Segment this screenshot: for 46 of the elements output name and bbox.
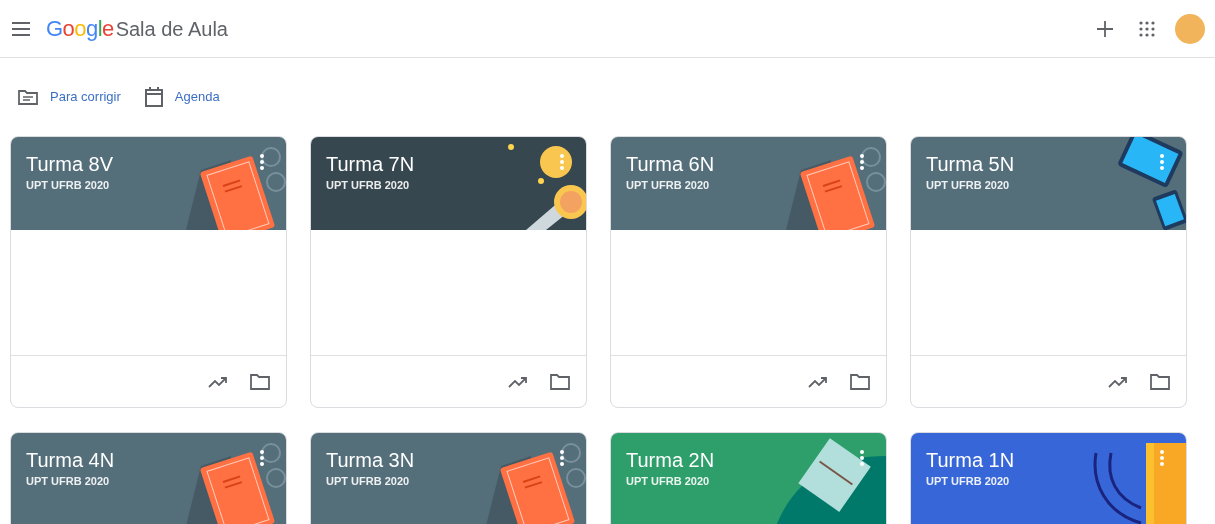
class-title[interactable]: Turma 1N: [926, 449, 1171, 471]
app-title: Sala de Aula: [115, 16, 228, 42]
more-options-icon[interactable]: [260, 154, 264, 170]
class-card[interactable]: Turma 7N UPT UFRB 2020: [310, 136, 587, 408]
class-card[interactable]: Turma 2N UPT UFRB 2020: [610, 432, 887, 524]
class-card[interactable]: Turma 5N UPT UFRB 2020: [910, 136, 1187, 408]
class-subtitle: UPT UFRB 2020: [326, 474, 411, 489]
class-subtitle: UPT UFRB 2020: [326, 178, 411, 193]
class-title[interactable]: Turma 6N: [626, 153, 871, 175]
class-card[interactable]: Turma 6N UPT UFRB 2020: [610, 136, 887, 408]
more-options-icon[interactable]: [560, 450, 564, 466]
class-card[interactable]: Turma 3N UPT UFRB 2020: [310, 432, 587, 524]
class-card[interactable]: Turma 4N UPT UFRB 2020: [10, 432, 287, 524]
class-subtitle: UPT UFRB 2020: [626, 474, 711, 489]
folder-icon[interactable]: [850, 373, 870, 390]
class-title[interactable]: Turma 3N: [326, 449, 571, 471]
class-subtitle: UPT UFRB 2020: [26, 178, 111, 193]
menu-icon[interactable]: [12, 21, 30, 36]
class-title[interactable]: Turma 4N: [26, 449, 271, 471]
class-subtitle: UPT UFRB 2020: [926, 178, 1011, 193]
trending-icon[interactable]: [208, 375, 228, 388]
calendar-icon: [144, 87, 163, 107]
folder-icon[interactable]: [550, 373, 570, 390]
class-card[interactable]: Turma 8V UPT UFRB 2020: [10, 136, 287, 408]
logo: Google: [46, 15, 114, 43]
apps-icon[interactable]: [1139, 20, 1155, 37]
folder-icon[interactable]: [250, 373, 270, 390]
class-title[interactable]: Turma 2N: [626, 449, 871, 471]
class-subtitle: UPT UFRB 2020: [26, 474, 111, 489]
shortcut-link[interactable]: Para corrigir: [18, 87, 121, 107]
more-options-icon[interactable]: [860, 450, 864, 466]
folder-list-icon: [18, 89, 38, 105]
trending-icon[interactable]: [1108, 375, 1128, 388]
trending-icon[interactable]: [508, 375, 528, 388]
class-subtitle: UPT UFRB 2020: [626, 178, 711, 193]
class-card[interactable]: Turma 1N UPT UFRB 2020: [910, 432, 1187, 524]
class-title[interactable]: Turma 5N: [926, 153, 1171, 175]
more-options-icon[interactable]: [260, 450, 264, 466]
folder-icon[interactable]: [1150, 373, 1170, 390]
class-subtitle: UPT UFRB 2020: [926, 474, 1011, 489]
shortcut-link[interactable]: Agenda: [144, 87, 220, 107]
class-title[interactable]: Turma 7N: [326, 153, 571, 175]
class-title[interactable]: Turma 8V: [26, 153, 271, 175]
more-options-icon[interactable]: [860, 154, 864, 170]
add-icon[interactable]: [1095, 18, 1115, 39]
trending-icon[interactable]: [808, 375, 828, 388]
